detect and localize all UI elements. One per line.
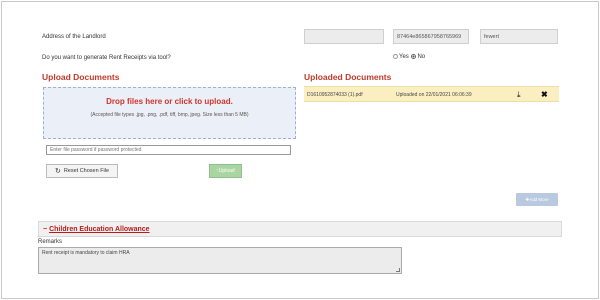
remarks-textarea[interactable]: Rent receipt is mandatory to claim HRA	[38, 247, 402, 274]
radio-no[interactable]	[411, 54, 417, 59]
radio-yes-label: Yes	[399, 54, 409, 61]
landlord-name-field[interactable]: fewert	[480, 29, 558, 44]
reset-button-label: Reset Chosen File	[63, 168, 110, 174]
rent-receipt-question: Do you want to generate Rent Receipts vi…	[42, 55, 171, 61]
uploaded-documents-title: Uploaded Documents	[304, 72, 392, 82]
upload-documents-title: Upload Documents	[42, 72, 120, 82]
page-frame: Address of the Landlord 87464e8658679587…	[1, 1, 599, 299]
remarks-label: Remarks	[38, 239, 63, 245]
radio-yes[interactable]	[393, 54, 398, 59]
collapse-minus-icon: −	[43, 226, 48, 233]
download-icon[interactable]: ⤓	[517, 90, 521, 100]
landlord-field-1[interactable]	[304, 29, 384, 44]
children-education-section-header[interactable]: − Children Education Allowance	[38, 221, 562, 237]
file-dropzone[interactable]: Drop files here or click to upload. (Acc…	[43, 87, 296, 139]
landlord-pan-field[interactable]: 87464e865867958765969	[393, 29, 469, 44]
uploaded-file-name: D1610952874033 (1).pdf	[307, 92, 363, 98]
remarks-value: Rent receipt is mandatory to claim HRA	[42, 250, 130, 256]
landlord-address-label: Address of the Landlord	[42, 34, 106, 40]
dropzone-title: Drop files here or click to upload.	[106, 97, 233, 106]
resize-grip-icon[interactable]	[396, 268, 400, 272]
delete-icon[interactable]: ✖	[541, 90, 548, 99]
add-more-label: ✚Add More	[525, 196, 549, 202]
upload-button-label: ↑Upload	[216, 168, 235, 174]
radio-no-label: No	[417, 54, 426, 61]
dropzone-subtitle: (Accepted file types .jpg, .png, .pdf, t…	[90, 112, 249, 118]
file-password-input[interactable]	[46, 145, 291, 155]
refresh-icon: ↻	[54, 168, 61, 175]
upload-button[interactable]: ↑Upload	[209, 164, 242, 178]
reset-chosen-file-button[interactable]: ↻ Reset Chosen File	[46, 164, 118, 178]
rent-receipt-options: Yes No	[393, 54, 425, 60]
uploaded-file-date: Uploaded on 22/01/2021 06:06:39	[396, 92, 472, 98]
children-education-label: Children Education Allowance	[49, 226, 150, 233]
uploaded-file-row: D1610952874033 (1).pdf Uploaded on 22/01…	[304, 86, 559, 102]
children-education-title[interactable]: − Children Education Allowance	[43, 226, 150, 233]
add-more-button[interactable]: ✚Add More	[516, 193, 558, 206]
